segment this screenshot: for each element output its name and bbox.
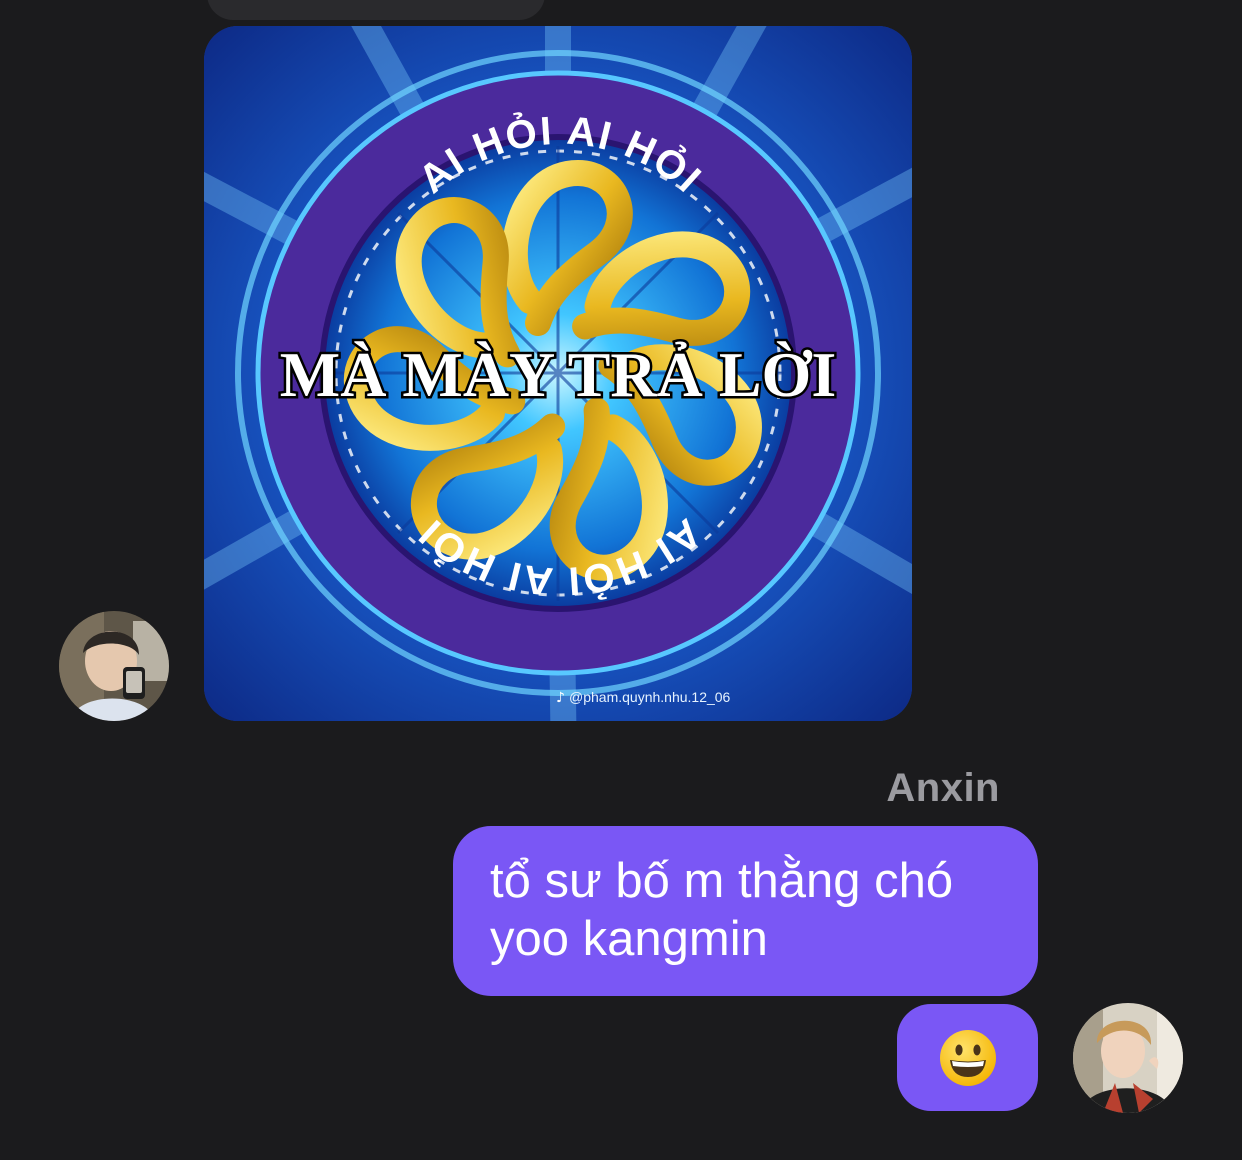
watermark: @pham.quynh.nhu.12_06 (569, 689, 731, 705)
meme-image: AI HỎI AI HỎI AI HỎI AI HỎI MÀ MÀY TRẢ L… (204, 26, 912, 721)
center-caption: MÀ MÀY TRẢ LỜI (280, 339, 836, 410)
person-photo-icon (1073, 1003, 1183, 1113)
outgoing-text-bubble[interactable]: tổ sư bố m thằng chó yoo kangmin (453, 826, 1038, 996)
previous-message-bubble[interactable] (207, 0, 545, 20)
chat-thread: AI HỎI AI HỎI AI HỎI AI HỎI MÀ MÀY TRẢ L… (0, 0, 1242, 1160)
sender-name: Anxin (886, 766, 1000, 810)
image-message[interactable]: AI HỎI AI HỎI AI HỎI AI HỎI MÀ MÀY TRẢ L… (204, 26, 912, 721)
grinning-face-emoji-icon (939, 1029, 996, 1086)
user-avatar[interactable] (1073, 1003, 1183, 1113)
outgoing-emoji-bubble[interactable] (897, 1004, 1038, 1111)
person-photo-icon (59, 611, 169, 721)
tiktok-note-icon: ♪ (556, 690, 565, 706)
contact-avatar[interactable] (59, 611, 169, 721)
message-text: tổ sư bố m thằng chó yoo kangmin (490, 854, 954, 966)
